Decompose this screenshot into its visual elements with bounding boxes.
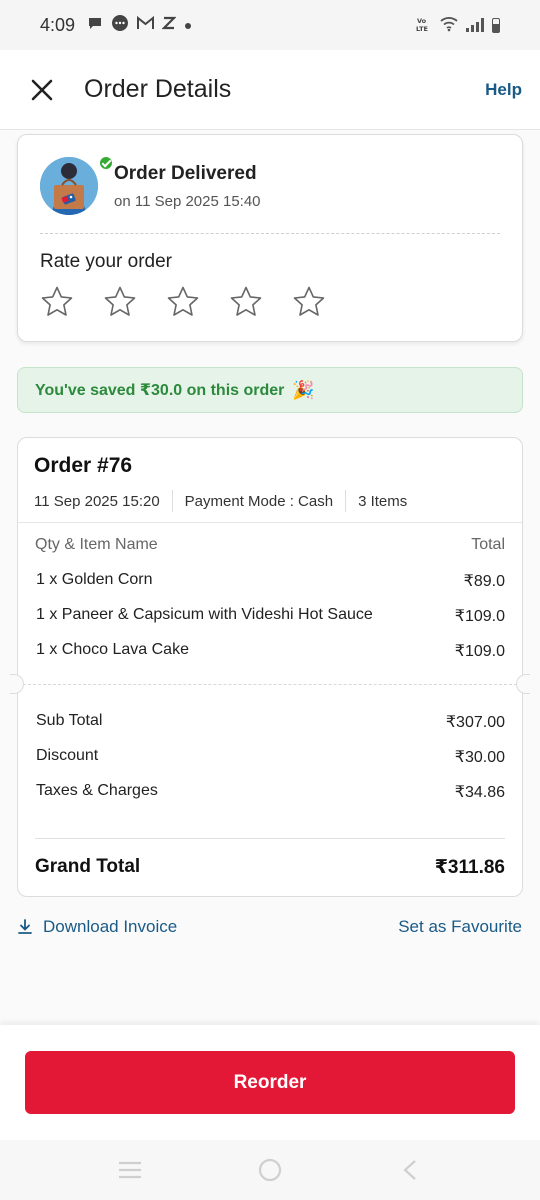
item-price: ₹89.0	[463, 573, 505, 590]
summary-label: Taxes & Charges	[36, 782, 158, 799]
svg-text:Vo: Vo	[417, 17, 427, 25]
star-icon-3[interactable]	[166, 285, 200, 319]
dashed-divider	[40, 233, 500, 234]
items-table-header: Qty & Item Name Total	[35, 536, 505, 554]
items-count: 3 Items	[358, 492, 408, 510]
summary-value: ₹30.00	[454, 749, 505, 766]
delivery-person-icon	[40, 157, 98, 215]
signal-icon	[466, 18, 484, 32]
wifi-icon	[440, 16, 458, 35]
item-price: ₹109.0	[454, 643, 505, 660]
column-header-item: Qty & Item Name	[35, 536, 158, 553]
delivery-status-title: Order Delivered	[114, 163, 257, 184]
summary-value: ₹34.86	[454, 784, 505, 801]
z-icon	[161, 16, 177, 34]
summary-value: ₹307.00	[445, 714, 505, 731]
item-name: 1 x Paneer & Capsicum with Videshi Hot S…	[36, 606, 373, 623]
column-header-total: Total	[471, 536, 505, 553]
item-name: 1 x Choco Lava Cake	[36, 641, 189, 658]
order-summary-card: Order #76 11 Sep 2025 15:20 Payment Mode…	[10, 437, 530, 897]
order-item-row: 1 x Golden Corn ₹89.0	[36, 571, 505, 591]
item-name: 1 x Golden Corn	[36, 571, 153, 588]
meta-separator	[171, 490, 173, 512]
status-left: 4:09	[40, 14, 192, 36]
bottom-action-bar: Reorder	[0, 1025, 540, 1140]
perforated-divider	[18, 684, 522, 685]
item-price: ₹109.0	[454, 608, 505, 625]
svg-text:LTE: LTE	[416, 25, 428, 32]
order-actions: Download Invoice Set as Favourite	[17, 917, 522, 937]
summary-row-taxes: Taxes & Charges ₹34.86	[36, 782, 505, 802]
savings-banner: You've saved ₹30.0 on this order 🎉	[17, 367, 523, 413]
battery-icon	[492, 17, 500, 33]
close-icon	[31, 79, 53, 100]
grand-total-value: ₹311.86	[434, 857, 505, 878]
help-link[interactable]: Help	[485, 80, 522, 100]
order-meta: 11 Sep 2025 15:20 Payment Mode : Cash 3 …	[34, 490, 407, 512]
party-popper-icon: 🎉	[292, 379, 315, 400]
rate-order-label: Rate your order	[40, 251, 173, 272]
page-title: Order Details	[84, 75, 232, 103]
summary-row-subtotal: Sub Total ₹307.00	[36, 712, 505, 732]
app-header: Order Details Help	[0, 50, 540, 130]
order-number: Order #76	[34, 454, 133, 477]
download-invoice-label: Download Invoice	[43, 917, 178, 936]
chat-bubble-icon	[87, 15, 103, 35]
set-favourite-link[interactable]: Set as Favourite	[398, 917, 522, 937]
dot-icon	[184, 17, 192, 34]
ticket-notch-right	[516, 674, 530, 694]
volte-icon: Vo LTE	[416, 16, 432, 34]
star-icon-5[interactable]	[292, 285, 326, 319]
ticket-notch-left	[10, 674, 24, 694]
recent-apps-icon[interactable]	[110, 1155, 150, 1185]
reorder-button[interactable]: Reorder	[25, 1051, 515, 1114]
payment-mode: Payment Mode : Cash	[184, 492, 334, 510]
check-badge-icon	[98, 155, 114, 171]
grand-total-label: Grand Total	[35, 856, 141, 877]
rating-stars	[40, 285, 326, 319]
divider	[18, 522, 522, 523]
order-item-row: 1 x Choco Lava Cake ₹109.0	[36, 641, 505, 661]
status-time: 4:09	[40, 14, 76, 35]
delivery-status-card: Order Delivered on 11 Sep 2025 15:40 Rat…	[17, 134, 523, 342]
grand-total-row: Grand Total ₹311.86	[35, 856, 505, 879]
star-icon-1[interactable]	[40, 285, 74, 319]
status-right: Vo LTE	[416, 16, 500, 35]
savings-text: You've saved ₹30.0 on this order	[35, 382, 285, 399]
divider	[35, 838, 505, 839]
star-icon-4[interactable]	[229, 285, 263, 319]
summary-row-discount: Discount ₹30.00	[36, 747, 505, 767]
meta-separator	[345, 490, 347, 512]
summary-label: Discount	[36, 747, 99, 764]
order-item-row: 1 x Paneer & Capsicum with Videshi Hot S…	[36, 606, 505, 626]
close-button[interactable]	[22, 70, 62, 110]
message-icon	[111, 14, 129, 36]
delivery-date: on 11 Sep 2025 15:40	[114, 193, 261, 210]
star-icon-2[interactable]	[103, 285, 137, 319]
back-icon[interactable]	[390, 1155, 430, 1185]
status-bar: 4:09 Vo LTE	[0, 0, 540, 50]
summary-label: Sub Total	[36, 712, 103, 729]
content-area: Order Delivered on 11 Sep 2025 15:40 Rat…	[0, 130, 540, 1025]
download-invoice-link[interactable]: Download Invoice	[17, 917, 177, 937]
download-icon	[18, 919, 32, 934]
gmail-icon	[137, 15, 155, 34]
system-nav-bar	[0, 1140, 540, 1200]
home-icon[interactable]	[250, 1155, 290, 1185]
order-date: 11 Sep 2025 15:20	[34, 492, 160, 510]
